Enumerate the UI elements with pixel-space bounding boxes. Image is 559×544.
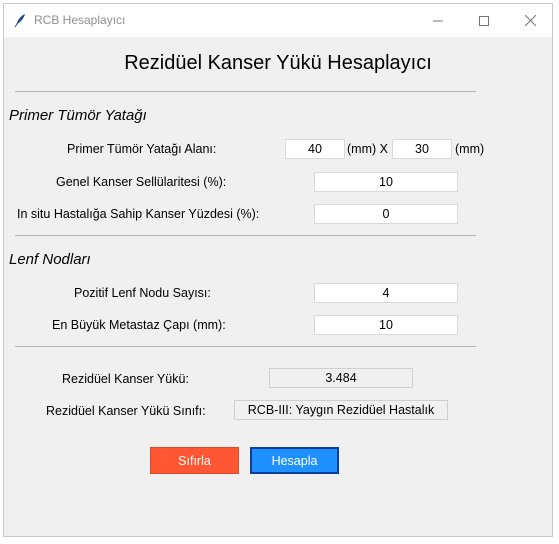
positive-nodes-input[interactable] (314, 283, 458, 303)
insitu-label: In situ Hastalığa Sahip Kanser Yüzdesi (… (17, 207, 260, 221)
divider (15, 346, 476, 347)
rcb-value-label: Rezidüel Kanser Yükü: (62, 372, 189, 386)
app-window: RCB Hesaplayıcı Rezidüel Kanser Yükü Hes… (3, 3, 553, 537)
tumor-area-dim2-input[interactable] (392, 139, 452, 159)
maximize-icon[interactable] (461, 4, 507, 37)
rcb-class-readout: RCB-III: Yaygın Rezidüel Hastalık (234, 400, 448, 420)
calculate-button[interactable]: Hesapla (250, 447, 339, 474)
section-lymph-nodes: Lenf Nodları (9, 251, 91, 268)
title-bar[interactable]: RCB Hesaplayıcı (4, 4, 552, 37)
tumor-area-unit1: (mm) X (347, 142, 388, 156)
feather-icon (13, 13, 27, 28)
rcb-value-readout: 3.484 (269, 368, 413, 388)
divider (15, 91, 476, 92)
positive-nodes-label: Pozitif Lenf Nodu Sayısı: (74, 286, 211, 300)
close-icon[interactable] (507, 4, 553, 37)
metastasis-input[interactable] (314, 315, 458, 335)
minimize-icon[interactable] (415, 4, 461, 37)
divider (15, 235, 476, 236)
window-title: RCB Hesaplayıcı (34, 13, 126, 27)
insitu-input[interactable] (314, 204, 458, 224)
tumor-area-label: Primer Tümör Yatağı Alanı: (67, 142, 217, 156)
rcb-class-label: Rezidüel Kanser Yükü Sınıfı: (46, 404, 206, 418)
page-title: Rezidüel Kanser Yükü Hesaplayıcı (124, 52, 432, 74)
tumor-area-unit2: (mm) (455, 142, 485, 156)
tumor-area-dim1-input[interactable] (285, 139, 345, 159)
metastasis-label: En Büyük Metastaz Çapı (mm): (52, 318, 226, 332)
reset-button[interactable]: Sıfırla (150, 447, 239, 474)
cellularity-input[interactable] (314, 172, 458, 192)
cellularity-label: Genel Kanser Sellülaritesi (%): (56, 175, 227, 189)
section-primary-tumor: Primer Tümör Yatağı (9, 107, 147, 124)
